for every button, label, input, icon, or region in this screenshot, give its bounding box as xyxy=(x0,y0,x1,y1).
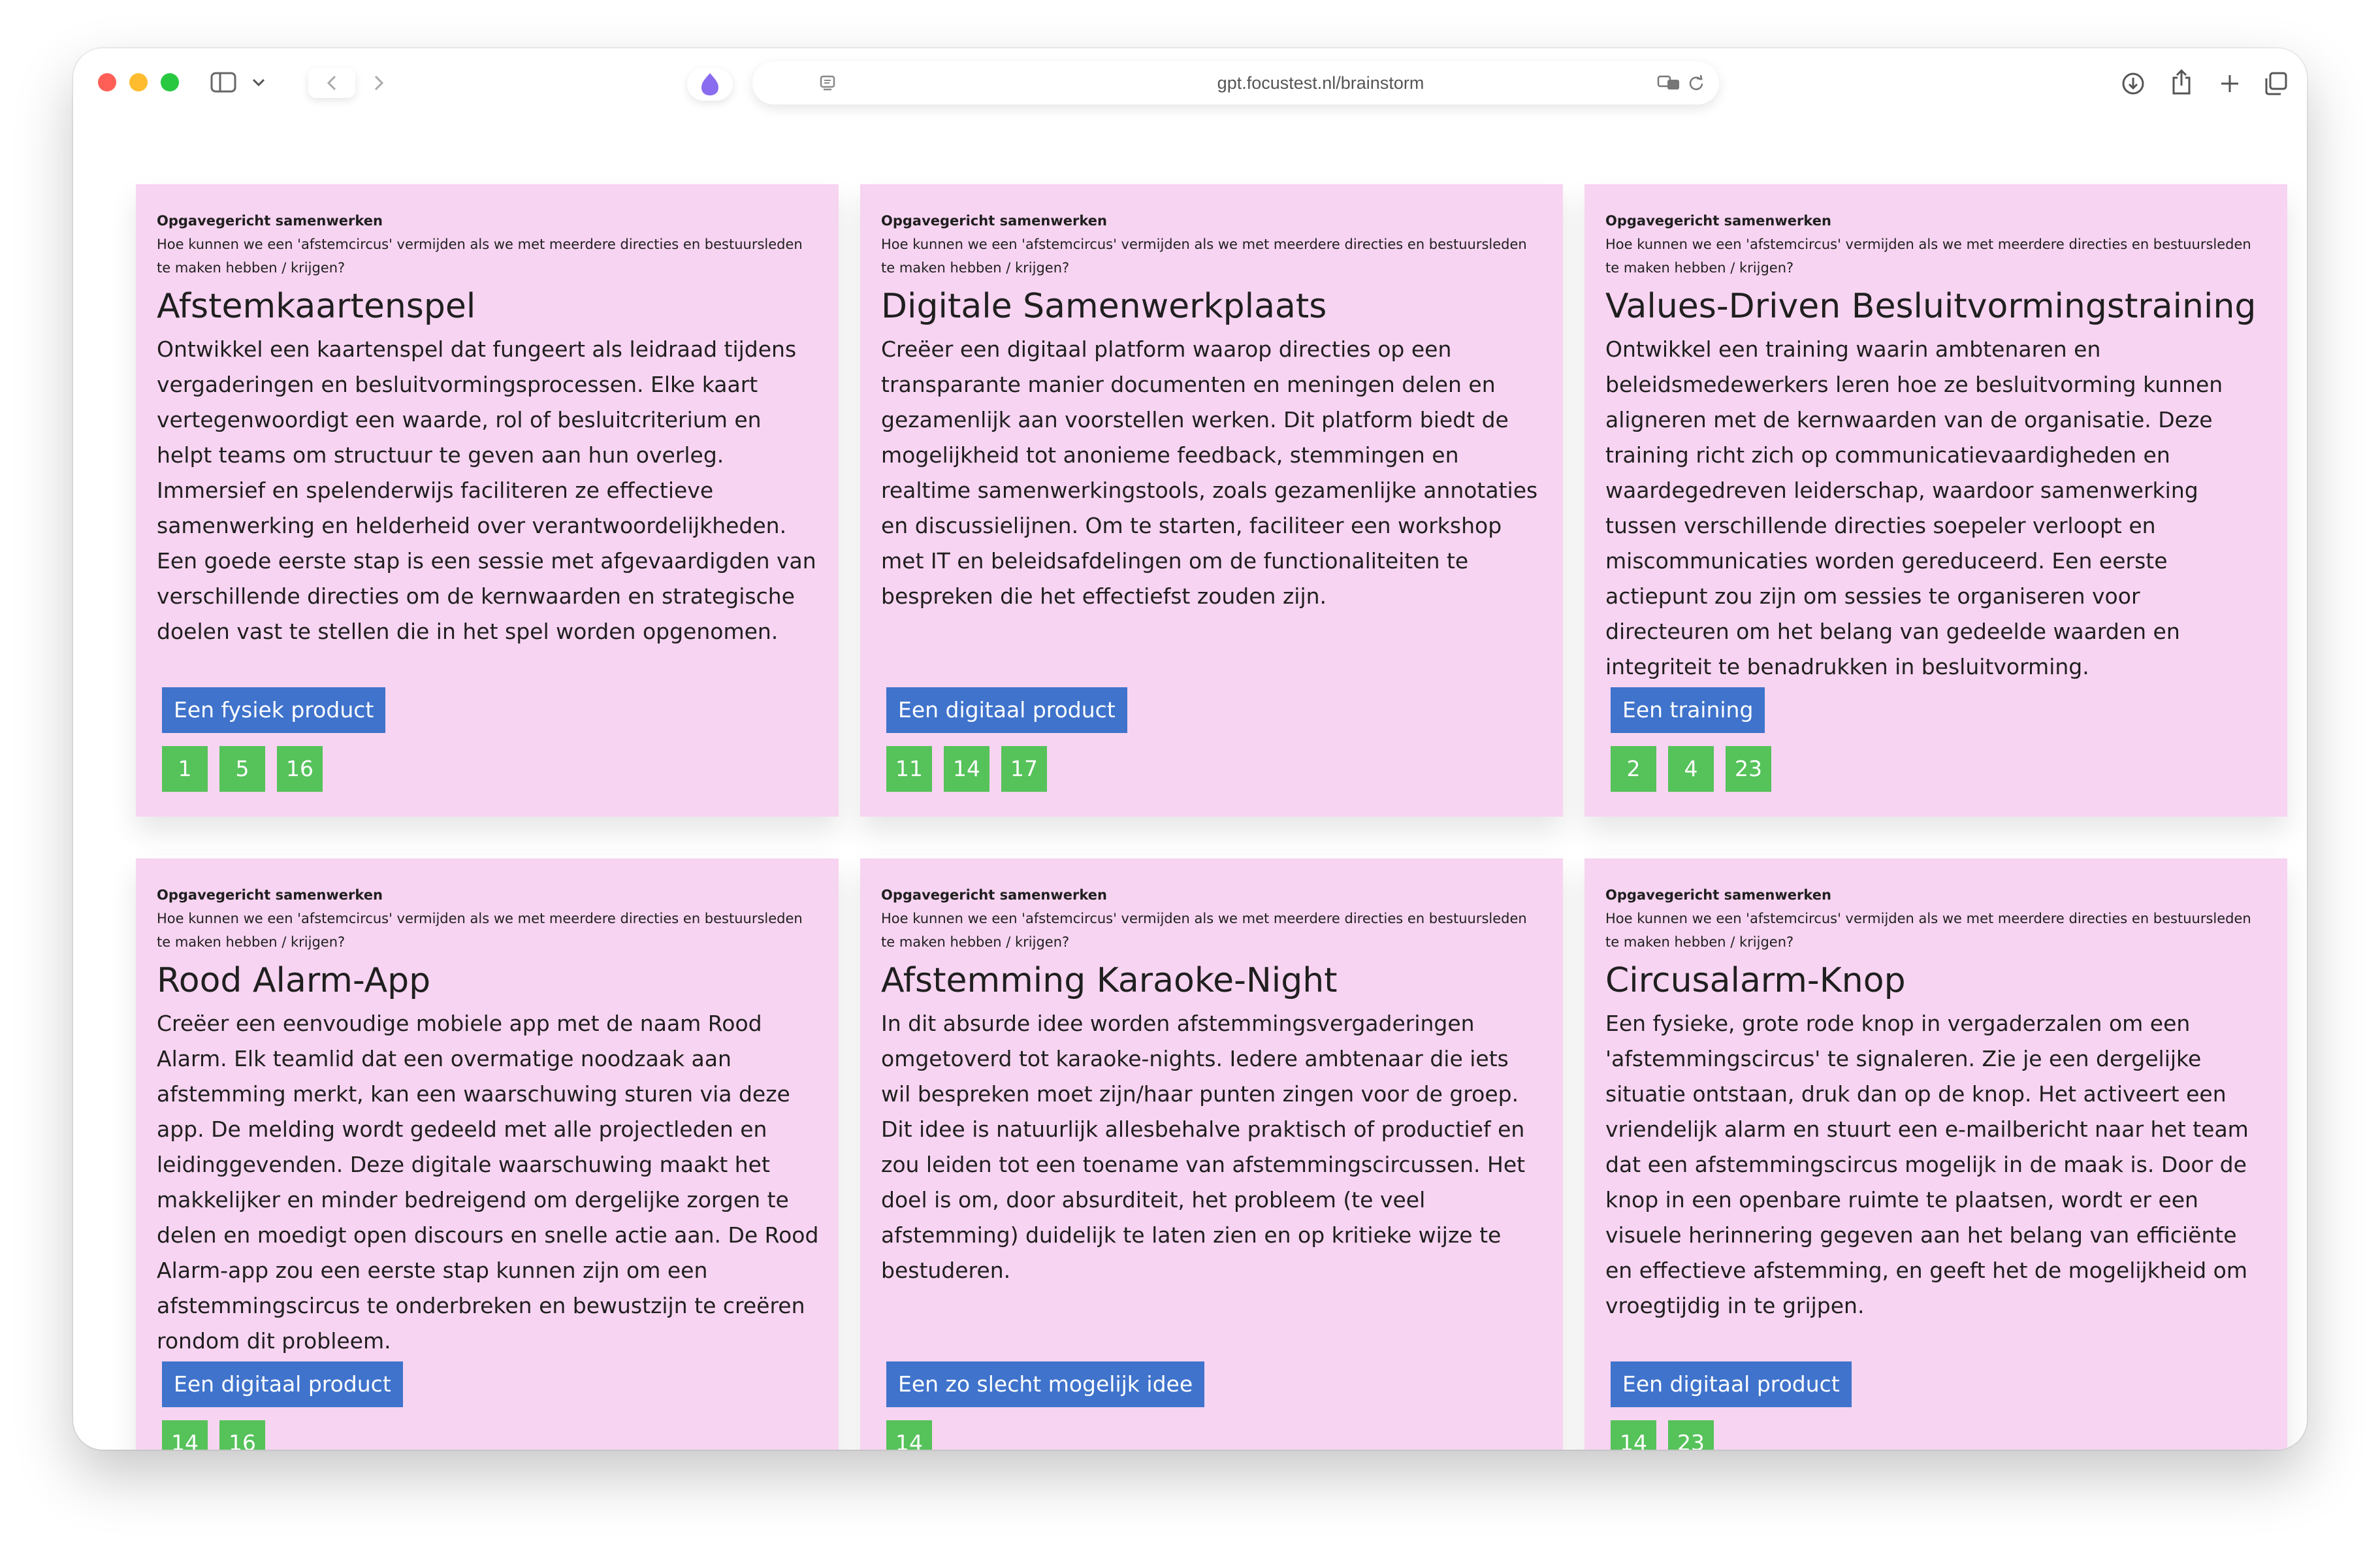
tag-list: 14 23 xyxy=(1611,1420,1726,1450)
card-question: Hoe kunnen we een 'afstemcircus' vermijd… xyxy=(1605,236,2251,276)
idea-card: Opgavegericht samenwerken Hoe kunnen we e… xyxy=(1584,184,2287,817)
reader-icon[interactable] xyxy=(818,73,837,93)
idea-card: Opgavegericht samenwerken Hoe kunnen we e… xyxy=(136,858,839,1450)
number-tag[interactable]: 11 xyxy=(886,746,932,792)
tag-list: 14 xyxy=(886,1420,944,1450)
reload-icon[interactable] xyxy=(1686,73,1706,93)
card-description: Ontwikkel een training waarin ambtenaren… xyxy=(1605,336,2223,679)
card-description: Een fysieke, grote rode knop in vergader… xyxy=(1605,1011,2249,1318)
card-question: Hoe kunnen we een 'afstemcircus' vermijd… xyxy=(881,911,1527,950)
back-button[interactable] xyxy=(308,68,355,98)
idea-card: Opgavegericht samenwerken Hoe kunnen we e… xyxy=(860,858,1563,1450)
idea-card: Opgavegericht samenwerken Hoe kunnen we e… xyxy=(860,184,1563,817)
back-icon xyxy=(327,75,336,91)
sidebar-icon[interactable] xyxy=(209,71,238,94)
idea-type-badge[interactable]: Een training xyxy=(1611,687,1765,733)
card-category: Opgavegericht samenwerken xyxy=(1605,213,1831,229)
card-category: Opgavegericht samenwerken xyxy=(1605,887,1831,903)
tag-list: 14 16 xyxy=(162,1420,277,1450)
idea-card: Opgavegericht samenwerken Hoe kunnen we e… xyxy=(1584,858,2287,1450)
forward-button[interactable] xyxy=(355,68,402,98)
download-icon[interactable] xyxy=(2119,69,2147,98)
number-tag[interactable]: 23 xyxy=(1726,746,1771,792)
url-text[interactable]: gpt.focustest.nl/brainstorm xyxy=(1144,61,1497,105)
brainstorm-page: Opgavegericht samenwerken Hoe kunnen we e… xyxy=(73,124,2307,1450)
card-description: Creëer een digitaal platform waarop dire… xyxy=(881,336,1538,609)
idea-type-badge[interactable]: Een digitaal product xyxy=(1611,1361,1852,1407)
card-title: Circusalarm-Knop xyxy=(1605,961,1906,1000)
browser-toolbar: gpt.focustest.nl/brainstorm xyxy=(73,48,2307,124)
address-bar[interactable]: gpt.focustest.nl/brainstorm xyxy=(752,61,1719,105)
number-tag[interactable]: 5 xyxy=(219,746,265,792)
card-title: Afstemming Karaoke-Night xyxy=(881,961,1338,1000)
idea-card: Opgavegericht samenwerken Hoe kunnen we e… xyxy=(136,184,839,817)
card-question: Hoe kunnen we een 'afstemcircus' vermijd… xyxy=(157,911,803,950)
card-title: Digitale Samenwerkplaats xyxy=(881,287,1327,326)
tabs-icon[interactable] xyxy=(2261,69,2290,98)
card-question: Hoe kunnen we een 'afstemcircus' vermijd… xyxy=(157,236,803,276)
card-question: Hoe kunnen we een 'afstemcircus' vermijd… xyxy=(881,236,1527,276)
number-tag[interactable]: 17 xyxy=(1001,746,1047,792)
number-tag[interactable]: 4 xyxy=(1668,746,1714,792)
tag-list: 2 4 23 xyxy=(1611,746,1783,792)
tag-list: 1 5 16 xyxy=(162,746,334,792)
card-category: Opgavegericht samenwerken xyxy=(157,213,383,229)
number-tag[interactable]: 23 xyxy=(1668,1420,1714,1450)
share-icon[interactable] xyxy=(2167,67,2196,98)
plus-icon[interactable] xyxy=(2215,69,2244,98)
card-question: Hoe kunnen we een 'afstemcircus' vermijd… xyxy=(1605,911,2251,950)
number-tag[interactable]: 2 xyxy=(1611,746,1656,792)
forward-icon xyxy=(374,75,384,91)
extension-icon[interactable] xyxy=(687,68,733,101)
number-tag[interactable]: 14 xyxy=(944,746,989,792)
number-tag[interactable]: 16 xyxy=(219,1420,265,1450)
card-description: In dit absurde idee worden afstemmingsve… xyxy=(881,1011,1526,1283)
zoom-window-button[interactable] xyxy=(161,73,179,91)
number-tag[interactable]: 1 xyxy=(162,746,208,792)
card-title: Values-Driven Besluitvormingstraining xyxy=(1605,287,2257,326)
number-tag[interactable]: 14 xyxy=(886,1420,932,1450)
chevron-down-icon[interactable] xyxy=(249,73,268,91)
tag-list: 11 14 17 xyxy=(886,746,1059,792)
browser-window: gpt.focustest.nl/brainstorm Opgavegerich… xyxy=(73,48,2307,1450)
minimize-window-button[interactable] xyxy=(129,73,148,91)
card-category: Opgavegericht samenwerken xyxy=(157,887,383,903)
idea-type-badge[interactable]: Een digitaal product xyxy=(886,687,1127,733)
idea-type-badge[interactable]: Een fysiek product xyxy=(162,687,386,733)
number-tag[interactable]: 14 xyxy=(162,1420,208,1450)
number-tag[interactable]: 16 xyxy=(277,746,323,792)
number-tag[interactable]: 14 xyxy=(1611,1420,1656,1450)
card-description: Creëer een eenvoudige mobiele app met de… xyxy=(157,1011,819,1354)
card-title: Afstemkaartenspel xyxy=(157,287,476,326)
translate-icon[interactable] xyxy=(1656,73,1682,93)
card-title: Rood Alarm-App xyxy=(157,961,431,1000)
card-category: Opgavegericht samenwerken xyxy=(881,887,1107,903)
idea-type-badge[interactable]: Een zo slecht mogelijk idee xyxy=(886,1361,1205,1407)
card-description: Ontwikkel een kaartenspel dat fungeert a… xyxy=(157,336,816,644)
card-category: Opgavegericht samenwerken xyxy=(881,213,1107,229)
close-window-button[interactable] xyxy=(98,73,116,91)
idea-type-badge[interactable]: Een digitaal product xyxy=(162,1361,403,1407)
